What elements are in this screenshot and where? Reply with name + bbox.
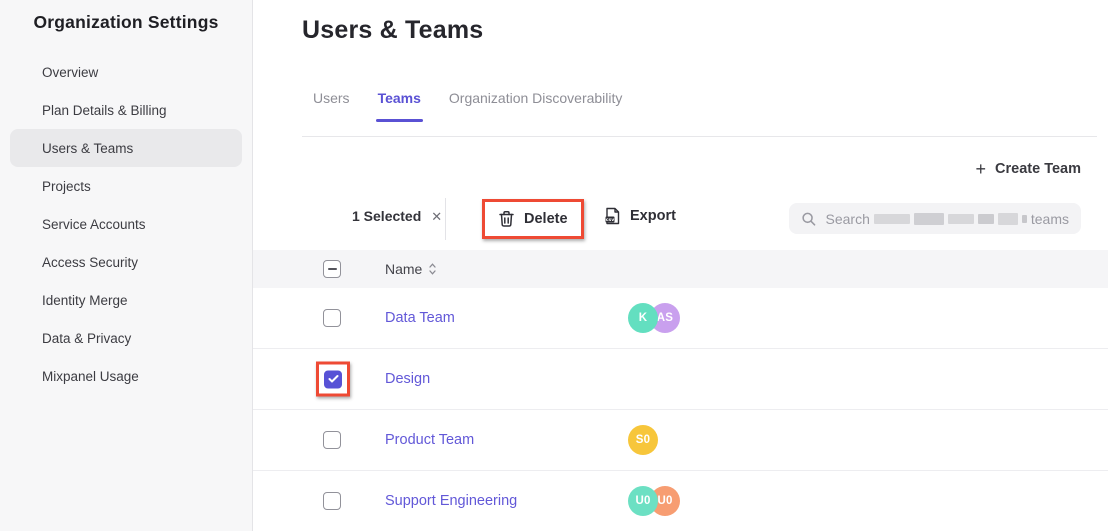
sidebar: Organization Settings Overview Plan Deta… <box>0 0 253 531</box>
tabs-divider <box>302 136 1097 137</box>
search-suffix: teams <box>1031 211 1069 227</box>
tab-bar: Users Teams Organization Discoverability <box>313 90 622 122</box>
avatar-group: U0 U0 <box>628 486 680 516</box>
sidebar-item-label: Plan Details & Billing <box>42 103 167 118</box>
sidebar-item-label: Projects <box>42 179 91 194</box>
sidebar-item-plan-details-billing[interactable]: Plan Details & Billing <box>10 91 242 129</box>
row-design-checkbox[interactable] <box>324 370 342 388</box>
toolbar-divider <box>445 198 446 240</box>
avatar: U0 <box>628 486 658 516</box>
main-content: Users & Teams Users Teams Organization D… <box>253 0 1108 531</box>
csv-export-icon: csv <box>604 207 621 225</box>
search-input[interactable]: Search teams <box>789 203 1081 234</box>
tab-teams[interactable]: Teams <box>378 90 421 122</box>
checkbox-highlight-annotation <box>316 362 350 397</box>
avatar-group: K AS <box>628 303 680 333</box>
sidebar-item-label: Identity Merge <box>42 293 128 308</box>
plus-icon: + <box>976 160 987 178</box>
team-name-link[interactable]: Data Team <box>385 310 455 326</box>
selection-toolbar: 1 Selected ✕ Delete <box>253 196 1108 244</box>
delete-label: Delete <box>524 211 568 227</box>
redacted-text <box>978 214 994 224</box>
row-support-engineering-checkbox[interactable] <box>323 492 341 510</box>
create-team-button[interactable]: + Create Team <box>976 160 1081 178</box>
checkmark-icon <box>328 375 339 384</box>
table-row-design: Design <box>253 349 1108 410</box>
avatar-group: S0 <box>628 425 658 455</box>
sidebar-item-service-accounts[interactable]: Service Accounts <box>10 205 242 243</box>
teams-table: Name Data Team K AS <box>253 250 1108 531</box>
sidebar-item-label: Service Accounts <box>42 217 146 232</box>
name-column-label: Name <box>385 261 422 277</box>
table-row-product-team: Product Team S0 <box>253 410 1108 471</box>
sidebar-nav: Overview Plan Details & Billing Users & … <box>0 53 252 395</box>
select-all-checkbox[interactable] <box>323 260 341 278</box>
row-product-team-checkbox[interactable] <box>323 431 341 449</box>
svg-text:csv: csv <box>606 218 614 223</box>
redacted-text <box>874 214 910 224</box>
search-prefix: Search <box>826 211 870 227</box>
table-row-data-team: Data Team K AS <box>253 288 1108 349</box>
app-window: Organization Settings Overview Plan Deta… <box>0 0 1108 531</box>
selected-count: 1 Selected <box>352 208 421 224</box>
redacted-text <box>998 213 1018 225</box>
redacted-text <box>948 214 974 224</box>
delete-button[interactable]: Delete <box>485 202 581 236</box>
export-button[interactable]: csv Export <box>598 199 682 233</box>
sidebar-item-projects[interactable]: Projects <box>10 167 242 205</box>
clear-selection-icon[interactable]: ✕ <box>431 210 442 223</box>
sort-icon[interactable] <box>429 263 436 275</box>
sidebar-item-label: Access Security <box>42 255 138 270</box>
sidebar-item-overview[interactable]: Overview <box>10 53 242 91</box>
tab-users[interactable]: Users <box>313 90 350 122</box>
export-label: Export <box>630 208 676 224</box>
sidebar-item-label: Mixpanel Usage <box>42 369 139 384</box>
team-name-link[interactable]: Product Team <box>385 432 474 448</box>
avatar: K <box>628 303 658 333</box>
sidebar-item-label: Users & Teams <box>42 141 133 156</box>
sidebar-item-label: Data & Privacy <box>42 331 131 346</box>
row-data-team-checkbox[interactable] <box>323 309 341 327</box>
sidebar-item-identity-merge[interactable]: Identity Merge <box>10 281 242 319</box>
team-name-link[interactable]: Design <box>385 371 430 387</box>
redacted-text <box>914 213 944 225</box>
sidebar-item-data-privacy[interactable]: Data & Privacy <box>10 319 242 357</box>
table-row-support-engineering: Support Engineering U0 U0 <box>253 471 1108 531</box>
sidebar-item-label: Overview <box>42 65 98 80</box>
search-icon <box>801 211 817 227</box>
page-title: Users & Teams <box>302 16 483 45</box>
team-name-link[interactable]: Support Engineering <box>385 493 517 509</box>
delete-highlight-annotation: Delete <box>482 199 584 239</box>
sidebar-title: Organization Settings <box>0 0 252 33</box>
redacted-text <box>1022 215 1027 223</box>
avatar: S0 <box>628 425 658 455</box>
create-team-label: Create Team <box>995 161 1081 177</box>
sidebar-item-mixpanel-usage[interactable]: Mixpanel Usage <box>10 357 242 395</box>
sidebar-item-users-teams[interactable]: Users & Teams <box>10 129 242 167</box>
tab-organization-discoverability[interactable]: Organization Discoverability <box>449 90 623 122</box>
table-header-row: Name <box>253 250 1108 288</box>
search-placeholder: Search teams <box>826 211 1069 227</box>
trash-icon <box>498 210 515 228</box>
sidebar-item-access-security[interactable]: Access Security <box>10 243 242 281</box>
selection-count-group: 1 Selected ✕ <box>352 208 442 224</box>
name-column-header: Name <box>385 261 436 277</box>
